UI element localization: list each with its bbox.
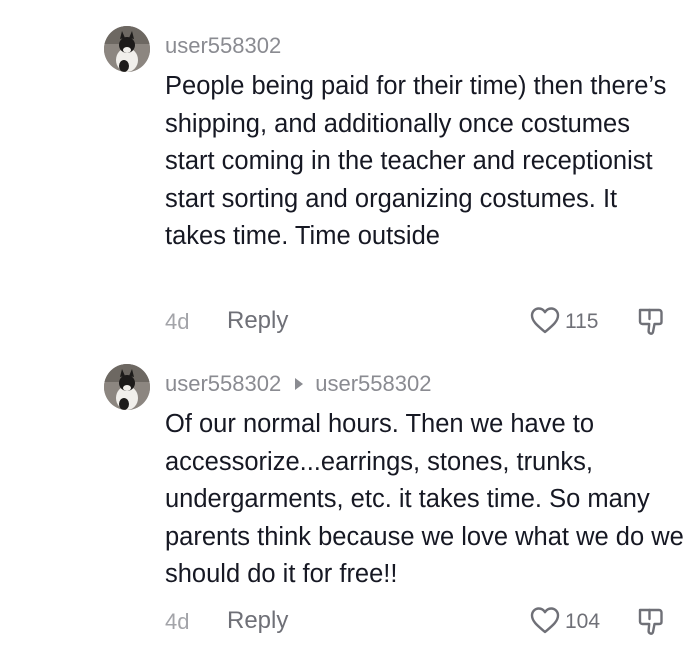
- triangle-right-icon: [295, 378, 304, 390]
- reply-button[interactable]: Reply: [227, 307, 288, 335]
- avatar-image: [104, 26, 150, 72]
- avatar[interactable]: [104, 364, 150, 410]
- comment-text: People being paid for their time) then t…: [165, 72, 667, 250]
- like-count: 115: [565, 310, 599, 333]
- avatar-image: [104, 364, 150, 410]
- thumbs-down-outline-icon[interactable]: [637, 606, 665, 636]
- author-name[interactable]: user558302: [165, 33, 281, 59]
- comment-actions: 4d Reply 104: [165, 604, 685, 638]
- comment-time: 4d: [165, 609, 190, 634]
- author-line: user558302 user558302: [165, 370, 431, 398]
- comment-list: user558302 People being paid for their t…: [0, 0, 700, 652]
- author-name[interactable]: user558302: [165, 371, 281, 397]
- heart-outline-icon[interactable]: [529, 305, 561, 335]
- comment-actions: 4d Reply 115: [165, 304, 685, 338]
- reply-to-name[interactable]: user558302: [315, 371, 431, 397]
- author-line: user558302: [165, 32, 281, 60]
- like-count: 104: [565, 610, 601, 633]
- reply-button[interactable]: Reply: [227, 607, 288, 635]
- comment-time: 4d: [165, 309, 190, 334]
- heart-outline-icon[interactable]: [529, 605, 561, 635]
- thumbs-down-outline-icon[interactable]: [637, 306, 665, 336]
- avatar[interactable]: [104, 26, 150, 72]
- comment-text: Of our normal hours. Then we have to acc…: [165, 410, 684, 588]
